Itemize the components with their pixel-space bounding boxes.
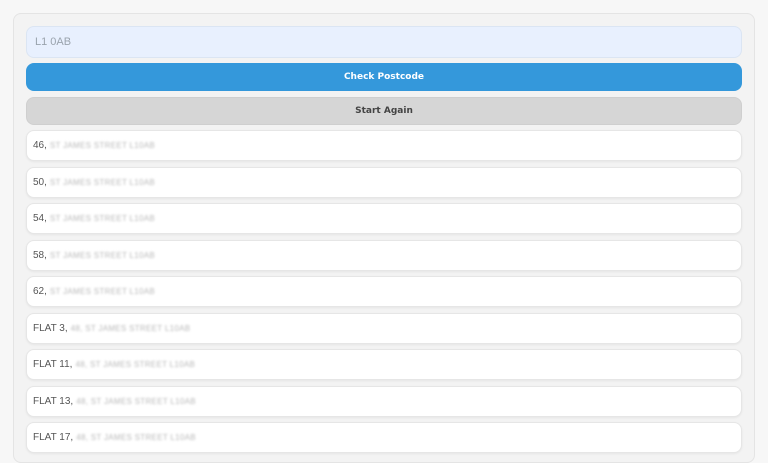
address-item[interactable]: FLAT 13, 48, ST JAMES STREET L10AB xyxy=(26,385,742,417)
start-again-button[interactable]: Start Again xyxy=(26,97,742,125)
address-item[interactable]: 46, ST JAMES STREET L10AB xyxy=(26,130,742,161)
address-list: 46, ST JAMES STREET L10AB 50, ST JAMES S… xyxy=(26,130,742,453)
address-street: ST JAMES STREET L10AB xyxy=(49,141,156,150)
postcode-lookup-panel: Check Postcode Start Again 46, ST JAMES … xyxy=(13,13,755,463)
address-item[interactable]: 50, ST JAMES STREET L10AB xyxy=(26,166,742,198)
address-item[interactable]: FLAT 3, 48, ST JAMES STREET L10AB xyxy=(26,312,742,344)
address-item[interactable]: 62, ST JAMES STREET L10AB xyxy=(26,276,742,307)
address-house: FLAT 13, xyxy=(33,395,74,407)
address-house: FLAT 17, xyxy=(33,432,74,443)
address-street: ST JAMES STREET L10AB xyxy=(49,177,156,187)
address-street: 48, ST JAMES STREET L10AB xyxy=(75,360,196,369)
address-house: 50, xyxy=(33,176,47,188)
address-street: ST JAMES STREET L10AB xyxy=(49,214,156,223)
address-house: 54, xyxy=(33,213,47,224)
address-house: FLAT 11, xyxy=(33,359,73,370)
address-street: 48, ST JAMES STREET L10AB xyxy=(70,323,191,333)
address-street: 48, ST JAMES STREET L10AB xyxy=(76,396,196,406)
postcode-input[interactable] xyxy=(26,26,742,58)
address-street: ST JAMES STREET L10AB xyxy=(49,287,156,296)
check-postcode-button[interactable]: Check Postcode xyxy=(26,63,742,91)
address-house: 46, xyxy=(33,140,47,151)
address-item[interactable]: FLAT 17, 48, ST JAMES STREET L10AB xyxy=(26,422,742,453)
address-item[interactable]: 54, ST JAMES STREET L10AB xyxy=(26,203,742,234)
address-house: FLAT 3, xyxy=(33,322,68,334)
address-house: 58, xyxy=(33,249,47,261)
address-house: 62, xyxy=(33,286,47,297)
address-item[interactable]: FLAT 11, 48, ST JAMES STREET L10AB xyxy=(26,349,742,380)
address-street: 48, ST JAMES STREET L10AB xyxy=(76,433,196,442)
address-street: ST JAMES STREET L10AB xyxy=(49,250,156,260)
address-item[interactable]: 58, ST JAMES STREET L10AB xyxy=(26,239,742,271)
